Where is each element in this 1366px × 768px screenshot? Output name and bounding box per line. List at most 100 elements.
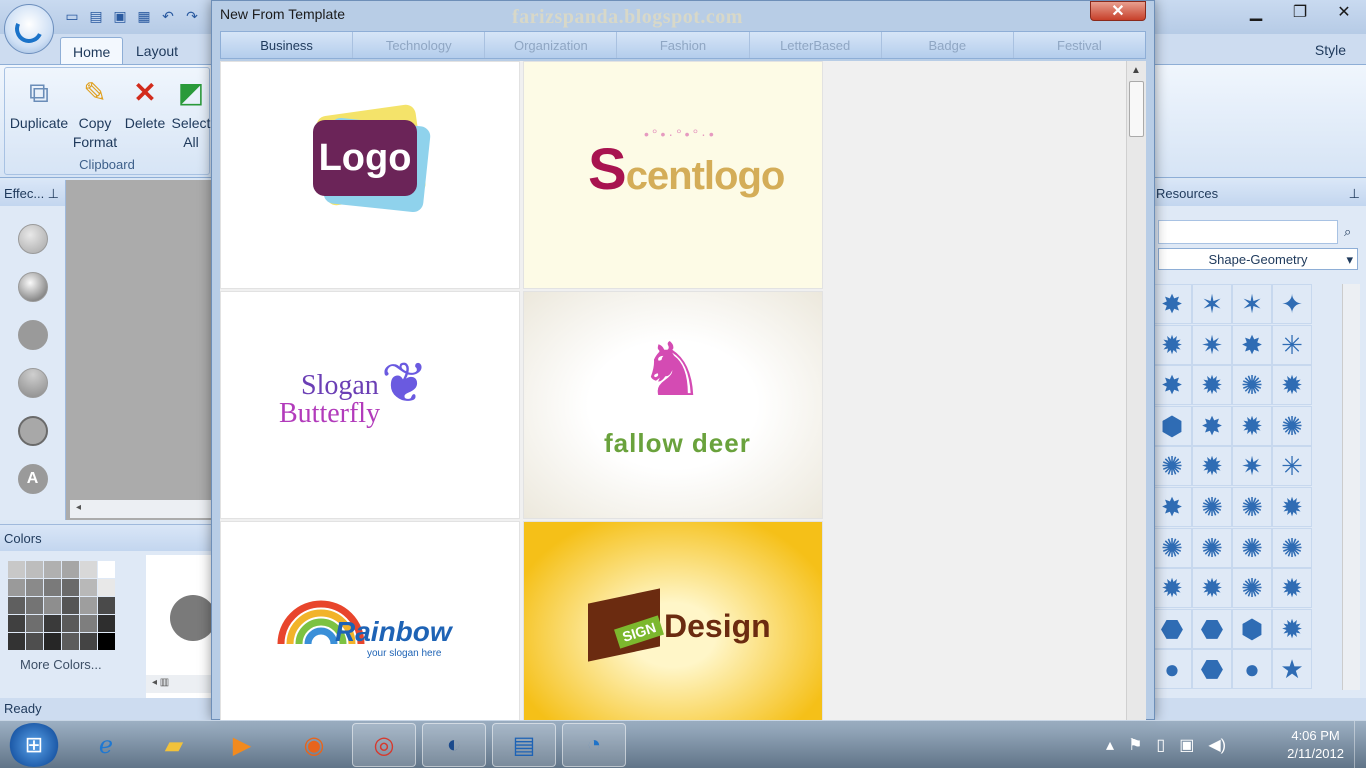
star-shape[interactable]: ✺ (1232, 527, 1272, 568)
star-shape[interactable]: ✹ (1272, 486, 1312, 527)
star-shape[interactable]: ✷ (1232, 446, 1272, 487)
color-swatch[interactable] (44, 597, 61, 614)
star-shape[interactable]: ✺ (1232, 365, 1272, 406)
clock[interactable]: 4:06 PM 2/11/2012 (1287, 727, 1344, 763)
star-shape[interactable]: ✺ (1152, 527, 1192, 568)
star-shape[interactable]: ✹ (1272, 608, 1312, 649)
new-icon[interactable]: ▭ (62, 6, 82, 26)
redo-icon[interactable]: ↷ (182, 6, 202, 26)
star-shape[interactable]: ✹ (1152, 324, 1192, 365)
star-shape[interactable]: ✳ (1272, 446, 1312, 487)
star-shape[interactable]: ✹ (1272, 568, 1312, 609)
color-swatch[interactable] (26, 597, 43, 614)
color-swatch[interactable] (44, 561, 61, 578)
undo-icon[interactable]: ↶ (158, 6, 178, 26)
color-swatch[interactable] (98, 633, 115, 650)
star-shape[interactable]: ✺ (1192, 527, 1232, 568)
color-swatch[interactable] (62, 579, 79, 596)
color-swatch[interactable] (8, 561, 25, 578)
scroll-thumb[interactable] (1129, 81, 1144, 137)
star-shape[interactable]: ✹ (1152, 568, 1192, 609)
effect-swatch[interactable] (17, 224, 48, 254)
show-hidden-icons[interactable]: ▴ (1106, 735, 1114, 755)
color-swatch[interactable] (80, 615, 97, 632)
color-swatch[interactable] (98, 615, 115, 632)
close-button[interactable]: ✕ (1322, 0, 1366, 24)
star-shape[interactable]: ✺ (1232, 568, 1272, 609)
color-swatch[interactable] (44, 579, 61, 596)
star-shape[interactable]: ✶ (1192, 284, 1232, 324)
color-swatch[interactable] (80, 561, 97, 578)
tab-business[interactable]: Business (221, 32, 354, 58)
pin-icon[interactable]: ⊥ (48, 186, 59, 202)
color-swatch[interactable] (98, 561, 115, 578)
template-thumbnail[interactable]: Rainbow your slogan here (220, 521, 520, 721)
firefox-icon[interactable]: ◉ (282, 723, 346, 767)
star-shape[interactable]: ✺ (1192, 486, 1232, 527)
tab-fashion[interactable]: Fashion (617, 32, 750, 58)
internet-explorer-icon[interactable]: ℯ (74, 723, 138, 767)
power-icon[interactable]: ▯ (1156, 735, 1165, 755)
star-shape[interactable]: ✸ (1192, 405, 1232, 446)
star-shape[interactable]: ✷ (1192, 324, 1232, 365)
circle-shape[interactable]: ● (1152, 649, 1192, 690)
open-folder-icon[interactable]: ▤ (86, 6, 106, 26)
star-shape[interactable]: ⬢ (1152, 405, 1192, 446)
star-shape[interactable]: ✸ (1232, 324, 1272, 365)
show-desktop-button[interactable] (1354, 721, 1366, 768)
canvas-area[interactable] (66, 180, 212, 520)
effect-swatch[interactable] (17, 272, 48, 302)
star-shape[interactable]: ✳ (1272, 324, 1312, 365)
print-icon[interactable]: ▦ (134, 6, 154, 26)
color-swatch[interactable] (62, 615, 79, 632)
window-icon[interactable]: ▤ (492, 723, 556, 767)
tab-organization[interactable]: Organization (485, 32, 618, 58)
color-swatch[interactable] (62, 561, 79, 578)
color-swatch[interactable] (8, 597, 25, 614)
template-thumbnail[interactable]: ♞ fallow deer (523, 291, 823, 519)
shape-gallery-scrollbar[interactable] (1342, 284, 1360, 690)
color-swatch[interactable] (8, 579, 25, 596)
star-shape[interactable]: ✹ (1272, 365, 1312, 406)
tab-technology[interactable]: Technology (353, 32, 486, 58)
color-swatch[interactable] (26, 579, 43, 596)
star-shape[interactable]: ⬢ (1232, 608, 1272, 649)
star-shape[interactable]: ✹ (1192, 446, 1232, 487)
horizontal-scrollbar[interactable]: ◂ (70, 500, 212, 518)
app-icon[interactable]: ◐ (422, 723, 486, 767)
color-swatch[interactable] (98, 579, 115, 596)
star-shape[interactable]: ✦ (1272, 284, 1312, 324)
effect-swatch[interactable] (17, 368, 48, 398)
effect-swatch[interactable] (17, 320, 48, 350)
star-shape[interactable]: ✹ (1232, 405, 1272, 446)
logo-designer-icon[interactable]: ◔ (562, 723, 626, 767)
star-shape[interactable]: ★ (1272, 649, 1312, 690)
template-thumbnail[interactable]: Slogan Butterfly ❦ (220, 291, 520, 519)
select-all-button[interactable]: ◩ Select All (171, 74, 211, 152)
app-menu-orb[interactable] (4, 4, 54, 54)
shape-category-select[interactable]: Shape-Geometry ▾ (1158, 248, 1358, 270)
star-shape[interactable]: ✹ (1192, 365, 1232, 406)
chrome-icon[interactable]: ◎ (352, 723, 416, 767)
template-thumbnail[interactable]: Logo (220, 61, 520, 289)
preview-scrollbar[interactable]: ◂ ▥ (146, 675, 212, 693)
star-shape[interactable]: ⬣ (1192, 608, 1232, 649)
color-swatch[interactable] (44, 615, 61, 632)
color-swatch[interactable] (62, 597, 79, 614)
copy-format-button[interactable]: ✎ Copy Format (69, 74, 121, 152)
delete-button[interactable]: ✕ Delete (121, 74, 169, 133)
circle-shape[interactable]: ● (1232, 649, 1272, 690)
effect-swatch[interactable] (17, 416, 48, 446)
tab-layout[interactable]: Layout (124, 37, 190, 65)
color-swatch[interactable] (80, 579, 97, 596)
flag-icon[interactable]: ⚑ (1128, 735, 1142, 755)
star-shape[interactable]: ✶ (1232, 284, 1272, 324)
star-shape[interactable]: ✸ (1152, 486, 1192, 527)
star-shape[interactable]: ✸ (1152, 284, 1192, 324)
color-swatch[interactable] (8, 633, 25, 650)
star-shape[interactable]: ✺ (1232, 486, 1272, 527)
gallery-scrollbar[interactable]: ▲ (1126, 61, 1146, 721)
dialog-close-button[interactable]: ✕ (1090, 1, 1146, 21)
duplicate-button[interactable]: ⧉ Duplicate (7, 74, 71, 133)
tab-style[interactable]: Style (1315, 42, 1346, 58)
